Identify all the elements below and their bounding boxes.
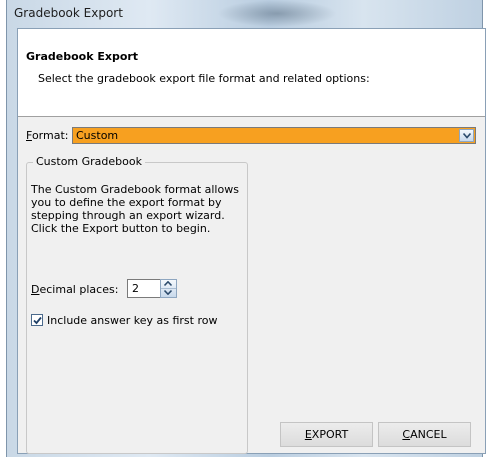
answer-key-label: Include answer key as first row	[47, 314, 218, 327]
decimal-places-value: 2	[132, 282, 139, 295]
group-description: The Custom Gradebook format allows you t…	[31, 183, 239, 235]
arrow-up-icon	[164, 281, 172, 286]
title-bar-glow	[217, 0, 337, 27]
dropdown-button[interactable]	[459, 129, 474, 142]
group-legend: Custom Gradebook	[33, 155, 145, 168]
dialog-window: Gradebook Export Gradebook Export Select…	[6, 0, 486, 457]
chevron-down-icon	[463, 133, 471, 139]
decimal-places-spinner[interactable]	[160, 279, 177, 298]
answer-key-checkbox[interactable]	[31, 314, 43, 326]
format-label: Format:	[26, 129, 69, 142]
format-row: Format: Custom	[26, 127, 478, 145]
dialog-body: Gradebook Export Select the gradebook ex…	[17, 28, 486, 454]
cancel-button[interactable]: CANCEL	[378, 422, 471, 447]
decimal-places-label: Decimal places:	[31, 283, 119, 296]
window-title: Gradebook Export	[14, 6, 123, 20]
arrow-down-icon	[164, 290, 172, 295]
header-description: Select the gradebook export file format …	[38, 72, 370, 85]
format-selected-value: Custom	[76, 129, 119, 142]
spin-up-button[interactable]	[161, 280, 176, 289]
format-dropdown[interactable]: Custom	[72, 127, 476, 144]
spin-down-button[interactable]	[161, 289, 176, 297]
header-title: Gradebook Export	[26, 50, 139, 63]
export-button[interactable]: EXPORT	[280, 422, 373, 447]
check-icon	[33, 316, 42, 325]
title-bar[interactable]: Gradebook Export	[7, 0, 482, 27]
custom-gradebook-group: Custom Gradebook The Custom Gradebook fo…	[26, 155, 248, 454]
dialog-header: Gradebook Export Select the gradebook ex…	[18, 29, 485, 117]
decimal-places-input[interactable]: 2	[127, 279, 161, 298]
